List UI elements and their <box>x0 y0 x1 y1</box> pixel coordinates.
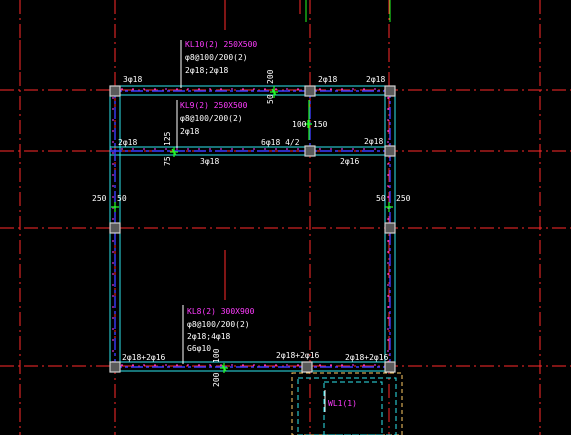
rebar-text: 3φ18 <box>200 157 219 166</box>
rebar-text: 2φ18+2φ16 <box>122 353 166 362</box>
dimension-text: 75 <box>163 156 172 166</box>
rebar-text: 3φ18 <box>123 75 142 84</box>
rebar-text: 2φ18 <box>118 138 137 147</box>
column <box>384 222 396 234</box>
beam-label-bars: 2φ18;4φ18 <box>187 332 231 341</box>
dimension-text: 50 <box>376 194 386 203</box>
dimension-text: 50 <box>266 94 275 104</box>
column <box>384 145 396 157</box>
dimension-text: 250 <box>92 194 107 203</box>
rebar-text: 2φ18 <box>318 75 337 84</box>
beam-label-kl10: KL10(2) 250X500 φ8@100/200(2) 2φ18;2φ18 <box>185 40 257 75</box>
columns <box>109 85 396 373</box>
column <box>304 85 316 97</box>
beam-label-name: KL9(2) 250X500 <box>180 101 248 110</box>
beam-label-name: KL10(2) 250X500 <box>185 40 257 49</box>
dimension-text: 250 <box>396 194 411 203</box>
rebar-text: 2φ18+2φ16 <box>276 351 320 360</box>
dimension-text: 50 <box>117 194 127 203</box>
rebar-text: 2φ18+2φ16 <box>345 353 389 362</box>
rebar-text: 2φ16 <box>340 157 359 166</box>
dimension-ticks <box>111 86 393 373</box>
beam-label-bars: 2φ18;2φ18 <box>185 66 229 75</box>
column <box>384 361 396 373</box>
beam-label-wl1: WL1(1) <box>328 399 357 408</box>
green-outline-top <box>305 0 391 22</box>
axis-line-short-marks <box>19 0 301 300</box>
axis-lines <box>0 0 571 435</box>
column <box>301 361 313 373</box>
beam-label-stirrup: φ8@100/200(2) <box>180 114 243 123</box>
dimension-text: 200 <box>266 69 275 84</box>
rebar-text: 2φ18 <box>366 75 385 84</box>
rebar-text: 6φ18 4/2 <box>261 138 300 147</box>
beam-label-stirrup: φ8@100/200(2) <box>185 53 248 62</box>
beam-label-name: KL8(2) 300X900 <box>187 307 255 316</box>
column <box>304 145 316 157</box>
beam-label-side: G6φ10 <box>187 344 211 353</box>
dimension-text: 100 <box>212 348 221 363</box>
dimension-text: 150 <box>313 120 328 129</box>
dimension-text: 125 <box>163 131 172 146</box>
beam-label-stirrup: φ8@100/200(2) <box>187 320 250 329</box>
dimension-text: 200 <box>212 372 221 387</box>
dimension-text: 100 <box>292 120 307 129</box>
floor-plan-drawing: KL10(2) 250X500 φ8@100/200(2) 2φ18;2φ18 … <box>0 0 571 435</box>
column <box>109 222 121 234</box>
column <box>109 361 121 373</box>
rebar-annotations: 3φ18 2φ18 2φ18 2φ18 3φ18 6φ18 4/2 2φ18 2… <box>118 75 389 362</box>
beam-label-kl8: KL8(2) 300X900 φ8@100/200(2) 2φ18;4φ18 G… <box>187 307 255 353</box>
column <box>109 85 121 97</box>
cad-drawing-canvas: KL10(2) 250X500 φ8@100/200(2) 2φ18;2φ18 … <box>0 0 571 435</box>
column <box>384 85 396 97</box>
beam-label-kl9: KL9(2) 250X500 φ8@100/200(2) 2φ18 <box>180 101 248 136</box>
beam-label-name: WL1(1) <box>328 399 357 408</box>
beam-label-bars: 2φ18 <box>180 127 199 136</box>
rebar-text: 2φ18 <box>364 137 383 146</box>
